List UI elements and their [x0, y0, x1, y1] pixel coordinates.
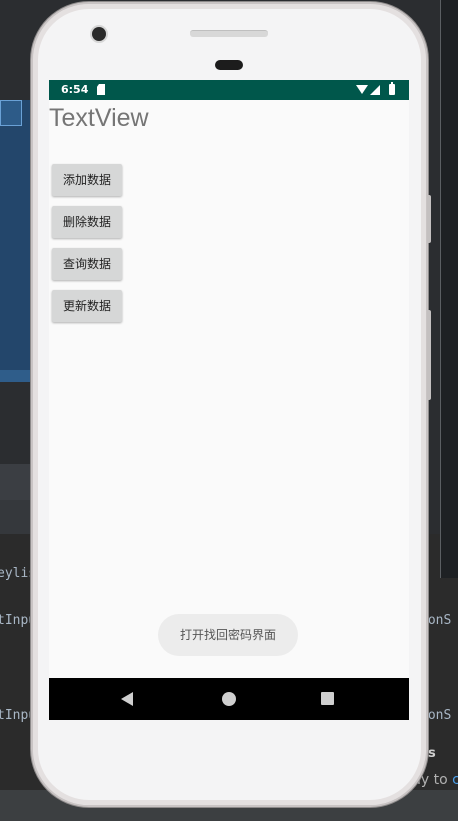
- battery-icon: [389, 82, 395, 95]
- notification-title-fragment: s: [428, 746, 436, 761]
- volume-button[interactable]: [427, 310, 431, 400]
- update-data-button[interactable]: 更新数据: [52, 290, 122, 322]
- recents-icon[interactable]: [321, 692, 334, 705]
- delete-data-button[interactable]: 删除数据: [52, 206, 122, 238]
- toast-message: 打开找回密码界面: [158, 614, 298, 656]
- status-bar: 6:54: [49, 80, 409, 100]
- query-data-button[interactable]: 查询数据: [52, 248, 122, 280]
- emulator-screen: 6:54 TextView 添加数据 删除数据 查询数据 更新数据 打开找回密码…: [49, 80, 409, 720]
- earpiece-speaker: [190, 30, 268, 37]
- ide-selected-block: [0, 100, 22, 126]
- sd-card-icon: [97, 84, 105, 95]
- add-data-button[interactable]: 添加数据: [52, 164, 122, 196]
- textview-title: TextView: [49, 104, 149, 132]
- ide-right-panel: [440, 0, 458, 578]
- status-time: 6:54: [61, 83, 89, 96]
- power-button[interactable]: [427, 195, 431, 243]
- navigation-bar: [49, 678, 409, 720]
- front-camera-icon: [92, 27, 106, 41]
- wifi-icon: [356, 85, 368, 94]
- signal-icon: [370, 85, 380, 95]
- proximity-sensor: [215, 60, 243, 70]
- home-icon[interactable]: [222, 692, 236, 706]
- notification-link[interactable]: c: [452, 772, 458, 788]
- back-icon[interactable]: [121, 692, 133, 706]
